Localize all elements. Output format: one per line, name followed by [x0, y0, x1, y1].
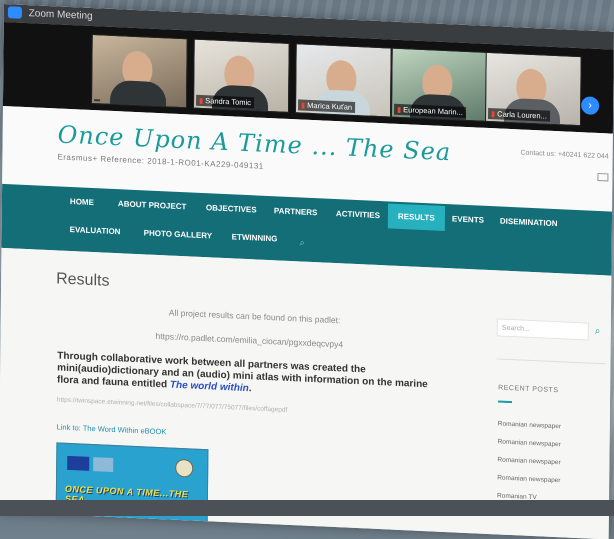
nav-events[interactable]: EVENTS: [452, 214, 484, 224]
zoom-logo-icon: [7, 6, 22, 19]
nav-results[interactable]: RESULTS: [387, 203, 445, 232]
erasmus-logo: [93, 457, 114, 472]
recent-post-link[interactable]: Romanian newspaper: [497, 474, 560, 484]
description-end: .: [248, 383, 252, 395]
nav-partners[interactable]: PARTNERS: [274, 206, 318, 217]
participant-name: Carla Louren...: [497, 109, 547, 121]
mic-muted-icon: ▮: [301, 100, 306, 110]
participant-name-label: ▮ Sandra Tomic: [196, 94, 254, 109]
mic-muted-icon: ▮: [397, 104, 402, 115]
mic-muted-icon: ▮: [199, 95, 204, 106]
main-content: Results All project results can be found…: [0, 247, 612, 539]
monitor-screen: Zoom Meeting ▮ Sandra Tomic ▮ Marica Kuťan…: [0, 4, 614, 539]
participant-name: Sandra Tomic: [205, 96, 251, 108]
nav-home[interactable]: HOME: [70, 197, 94, 207]
nav-about-project[interactable]: ABOUT PROJECT: [118, 199, 187, 211]
participant-name: Marica Kuťan: [307, 100, 353, 112]
mail-icon[interactable]: [597, 172, 609, 182]
padlet-link[interactable]: https://ro.padlet.com/emilia_ciocan/pgxx…: [156, 331, 344, 350]
participant-name-label: ▮ European Marin...: [394, 103, 466, 118]
recent-post-link[interactable]: Romanian newspaper: [498, 420, 561, 430]
participant-tile[interactable]: ▮ European Marin...: [390, 47, 488, 122]
participant-tile[interactable]: ▮ Marica Kuťan: [294, 43, 392, 118]
recent-post-link[interactable]: Romanian newspaper: [498, 438, 561, 448]
nav-etwinning[interactable]: ETWINNING: [232, 232, 278, 243]
monitor-bezel: [0, 500, 614, 516]
recent-posts-heading: RECENT POSTS: [498, 384, 559, 395]
world-within-title: The world within: [169, 379, 249, 395]
chevron-right-icon[interactable]: ›: [581, 96, 600, 116]
participant-name: European Marin...: [403, 105, 463, 117]
recent-post-link[interactable]: Romanian newspaper: [497, 456, 560, 466]
participant-body: [109, 79, 167, 109]
mic-muted-icon: ▮: [491, 109, 496, 119]
contact-info: Contact us: +40241 622 044: [520, 149, 609, 161]
search-icon[interactable]: ⌕: [300, 237, 305, 248]
participant-name-label: ▮ Carla Louren...: [487, 107, 550, 122]
ebook-link[interactable]: Link to: The Word Within eBOOK: [57, 422, 167, 436]
nav-activities[interactable]: ACTIVITIES: [336, 209, 380, 220]
school-seal-icon: [175, 458, 194, 478]
page-title: Results: [56, 270, 110, 290]
eu-flag-icon: [67, 455, 90, 471]
twinspace-link[interactable]: https://twinspace.etwinning.net/files/co…: [57, 396, 287, 413]
ebook-cover-image[interactable]: ONCE UPON A TIME...THE SEA: [55, 442, 209, 530]
heading-accent-bar: [498, 400, 513, 404]
search-icon[interactable]: ⌕: [595, 326, 601, 337]
search-input[interactable]: Search...: [496, 318, 589, 341]
participant-name-label: ▮ Marica Kuťan: [298, 99, 356, 113]
nav-objectives[interactable]: OBJECTIVES: [206, 203, 257, 214]
participant-name: [94, 99, 101, 102]
nav-photo-gallery[interactable]: PHOTO GALLERY: [144, 228, 213, 240]
nav-dissemination[interactable]: DISEMINATION: [500, 217, 558, 229]
window-title: Zoom Meeting: [28, 8, 93, 23]
results-description: Through collaborative work between all p…: [57, 350, 437, 403]
nav-evaluation[interactable]: EVALUATION: [70, 225, 121, 236]
divider: [496, 358, 607, 365]
intro-text: All project results can be found on this…: [168, 307, 341, 326]
participant-tile[interactable]: [90, 33, 188, 109]
participant-tile[interactable]: ▮ Carla Louren...: [484, 51, 582, 127]
participant-tile[interactable]: ▮ Sandra Tomic: [192, 38, 290, 113]
